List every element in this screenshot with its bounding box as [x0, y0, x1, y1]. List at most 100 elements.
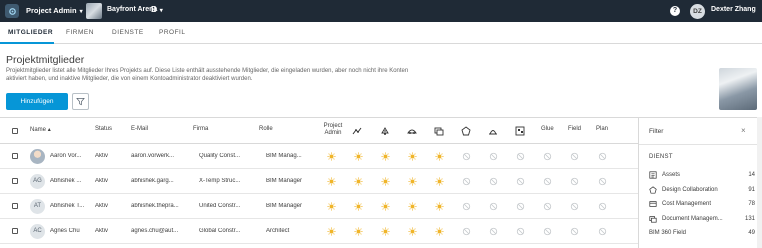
tab-profil[interactable]: PROFIL [159, 29, 185, 36]
no-access-icon[interactable] [570, 227, 579, 236]
chevron-down-icon: ▾ [159, 8, 163, 14]
no-access-icon[interactable] [462, 152, 471, 161]
no-access-icon[interactable] [516, 152, 525, 161]
admin-access-icon[interactable] [408, 202, 417, 211]
app-switcher[interactable]: Project Admin ▾ [26, 6, 83, 15]
admin-access-icon[interactable] [354, 202, 363, 211]
filter-item[interactable]: Cost Management 78 [649, 199, 755, 211]
app-logo-icon[interactable] [5, 4, 19, 18]
column-field[interactable]: Field [568, 126, 581, 132]
admin-access-icon[interactable] [327, 227, 336, 236]
add-member-button[interactable]: Hinzufügen [6, 93, 68, 110]
admin-access-icon[interactable] [435, 202, 444, 211]
filter-item[interactable]: Assets 14 [649, 170, 755, 182]
tab-mitglieder[interactable]: MITGLIEDER [8, 29, 53, 36]
avatar: AG [30, 174, 45, 189]
member-company: Global Constr... [199, 228, 241, 234]
build-icon [489, 130, 497, 135]
table-row[interactable]: AT Abhishek T... Aktiv abhishek.thepra... Un… [0, 194, 638, 219]
column-name[interactable]: Name ▴ [30, 126, 51, 133]
admin-access-icon[interactable] [354, 227, 363, 236]
tab-firmen[interactable]: FIRMEN [66, 29, 94, 36]
no-access-icon[interactable] [489, 177, 498, 186]
no-access-icon[interactable] [462, 227, 471, 236]
no-access-icon[interactable] [570, 177, 579, 186]
active-tab-indicator [0, 42, 54, 44]
admin-access-icon[interactable] [435, 177, 444, 186]
filter-item-count: 78 [748, 201, 755, 207]
column-project-admin[interactable]: Project Admin [320, 123, 346, 137]
no-access-icon[interactable] [543, 152, 552, 161]
scrollbar[interactable] [757, 117, 762, 248]
no-access-icon[interactable] [543, 227, 552, 236]
no-access-icon[interactable] [598, 177, 607, 186]
column-company[interactable]: Firma [193, 126, 208, 132]
member-name[interactable]: Agnes Chu [50, 228, 92, 234]
tab-dienste[interactable]: DIENSTE [112, 29, 144, 36]
admin-access-icon[interactable] [354, 177, 363, 186]
user-avatar[interactable]: DZ [690, 4, 705, 19]
close-icon[interactable]: × [741, 126, 746, 135]
member-name[interactable]: Abhishek T... [50, 203, 92, 209]
member-role: BIM Manager [266, 178, 303, 184]
table-row[interactable]: Aaron Vor... Aktiv aaron.vorwerk... Quality… [0, 144, 638, 169]
admin-access-icon[interactable] [381, 177, 390, 186]
no-access-icon[interactable] [489, 152, 498, 161]
column-email[interactable]: E-Mail [131, 126, 148, 132]
no-access-icon[interactable] [543, 202, 552, 211]
filter-item-label: Cost Management [662, 201, 712, 207]
table-row[interactable]: AC Agnes Chu Aktiv agnes.chu@aut... Global C… [0, 219, 638, 244]
member-name[interactable]: Abhishek ... [50, 178, 92, 184]
admin-access-icon[interactable] [408, 177, 417, 186]
admin-access-icon[interactable] [381, 152, 390, 161]
member-company: Quality Const... [199, 153, 241, 159]
no-access-icon[interactable] [598, 202, 607, 211]
admin-access-icon[interactable] [327, 152, 336, 161]
row-checkbox[interactable] [12, 203, 18, 209]
no-access-icon[interactable] [570, 152, 579, 161]
admin-access-icon[interactable] [381, 202, 390, 211]
filter-item[interactable]: Design Collaboration 91 [649, 185, 755, 197]
no-access-icon[interactable] [489, 227, 498, 236]
project-badge[interactable]: B ▾ [151, 5, 163, 14]
no-access-icon[interactable] [462, 177, 471, 186]
no-access-icon[interactable] [489, 202, 498, 211]
select-all-checkbox[interactable] [12, 128, 18, 134]
member-name[interactable]: Aaron Vor... [50, 153, 92, 159]
cost-icon [407, 129, 417, 134]
help-icon[interactable]: ? [670, 6, 680, 16]
page-description: Projektmitglieder listet alle Mitglieder… [6, 68, 409, 82]
document-icon [434, 127, 444, 136]
admin-access-icon[interactable] [408, 152, 417, 161]
filter-button[interactable] [72, 93, 89, 110]
admin-access-icon[interactable] [435, 152, 444, 161]
user-name[interactable]: Dexter Zhang [711, 6, 756, 13]
admin-access-icon[interactable] [435, 227, 444, 236]
row-checkbox[interactable] [12, 153, 18, 159]
no-access-icon[interactable] [516, 227, 525, 236]
row-checkbox[interactable] [12, 228, 18, 234]
table-row[interactable]: AG Abhishek ... Aktiv abhishek.garg... X-Tem… [0, 169, 638, 194]
no-access-icon[interactable] [462, 202, 471, 211]
project-switcher[interactable]: Bayfront Arena [107, 6, 157, 13]
admin-access-icon[interactable] [408, 227, 417, 236]
filter-item[interactable]: Document Managem... 131 [649, 214, 755, 226]
column-role[interactable]: Rolle [259, 126, 273, 132]
member-company: United Constr... [199, 203, 241, 209]
no-access-icon[interactable] [543, 177, 552, 186]
column-glue[interactable]: Glue [541, 126, 554, 132]
admin-access-icon[interactable] [354, 152, 363, 161]
admin-access-icon[interactable] [327, 202, 336, 211]
filter-item[interactable]: BIM 360 Field 49 [649, 228, 755, 240]
column-status[interactable]: Status [95, 126, 112, 132]
no-access-icon[interactable] [516, 202, 525, 211]
column-plan[interactable]: Plan [596, 126, 608, 132]
no-access-icon[interactable] [570, 202, 579, 211]
admin-access-icon[interactable] [327, 177, 336, 186]
row-checkbox[interactable] [12, 178, 18, 184]
no-access-icon[interactable] [516, 177, 525, 186]
no-access-icon[interactable] [598, 152, 607, 161]
filter-section-title: DIENST [649, 154, 673, 160]
admin-access-icon[interactable] [381, 227, 390, 236]
no-access-icon[interactable] [598, 227, 607, 236]
